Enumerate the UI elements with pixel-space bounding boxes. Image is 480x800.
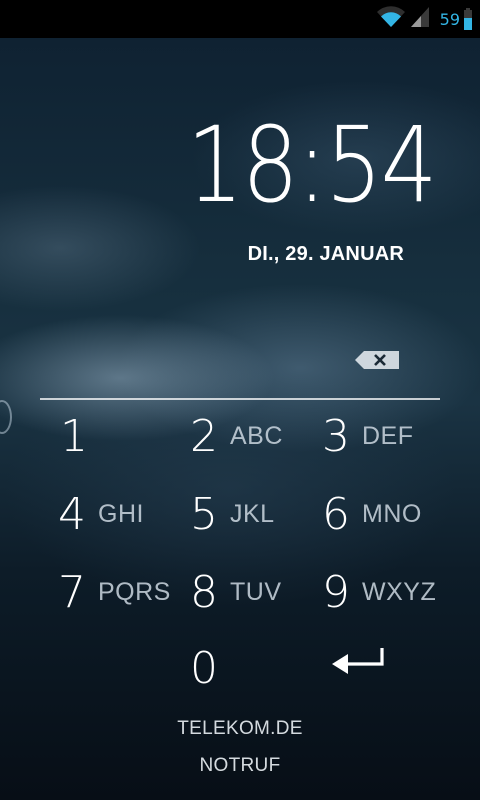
- date-label: DI., 29. JANUAR: [247, 243, 404, 265]
- key-letters: JKL: [230, 499, 275, 528]
- clock-time: 18:54: [186, 104, 438, 226]
- key-digit: 7: [58, 566, 86, 618]
- key-1[interactable]: 1: [60, 406, 88, 466]
- key-letters: DEF: [362, 421, 414, 450]
- status-bar: 59: [0, 0, 480, 38]
- key-digit: 9: [322, 566, 350, 618]
- key-digit: 6: [322, 488, 350, 540]
- emergency-call-button[interactable]: NOTRUF: [0, 755, 480, 777]
- key-2[interactable]: 2 ABC: [190, 406, 283, 466]
- carrier-label: TELEKOM.DE: [177, 718, 303, 739]
- key-letters: GHI: [98, 499, 144, 528]
- wifi-icon: [376, 5, 406, 33]
- key-8[interactable]: 8 TUV: [190, 562, 282, 622]
- enter-arrow-icon[interactable]: [328, 640, 388, 684]
- key-letters: TUV: [230, 577, 282, 606]
- key-6[interactable]: 6 MNO: [322, 484, 422, 544]
- key-digit: 0: [190, 642, 218, 694]
- pin-underline: [40, 398, 440, 400]
- key-7[interactable]: 7 PQRS: [58, 562, 171, 622]
- key-digit: 5: [190, 488, 218, 540]
- key-letters: WXYZ: [362, 577, 437, 606]
- battery-percent: 59: [439, 9, 460, 29]
- key-digit: 2: [190, 410, 218, 462]
- key-0[interactable]: 0: [190, 638, 218, 698]
- key-digit: 1: [60, 410, 88, 462]
- key-3[interactable]: 3 DEF: [322, 406, 414, 466]
- battery-icon: [464, 8, 472, 30]
- key-digit: 3: [322, 410, 350, 462]
- key-digit: 4: [58, 488, 86, 540]
- key-digit: 8: [190, 566, 218, 618]
- key-9[interactable]: 9 WXYZ: [322, 562, 436, 622]
- key-letters: PQRS: [98, 577, 171, 606]
- key-5[interactable]: 5 JKL: [190, 484, 275, 544]
- signal-icon: [410, 5, 430, 33]
- key-letters: MNO: [362, 499, 422, 528]
- key-letters: ABC: [230, 421, 283, 450]
- key-4[interactable]: 4 GHI: [58, 484, 144, 544]
- backspace-icon[interactable]: [354, 350, 400, 370]
